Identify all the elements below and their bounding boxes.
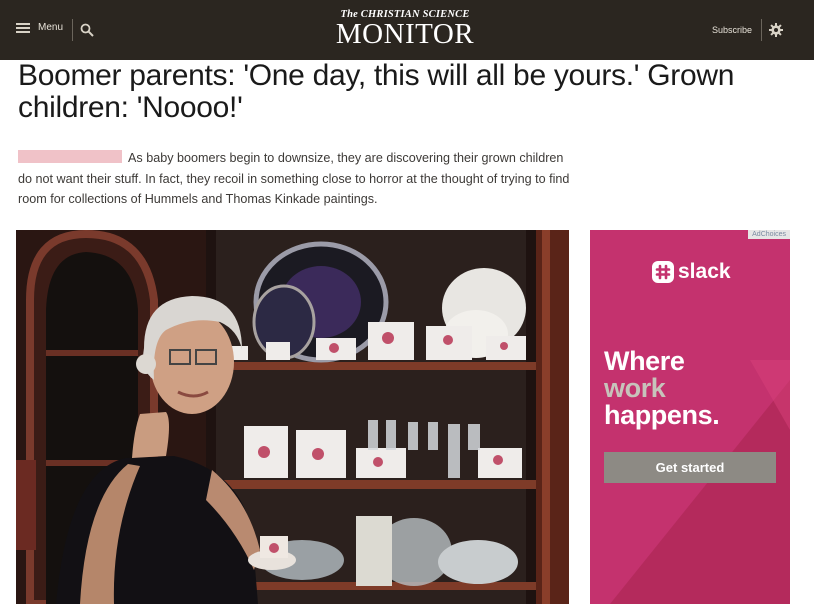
article-headline: Boomer parents: 'One day, this will all … xyxy=(18,59,735,124)
slack-brand-text: slack xyxy=(678,260,731,283)
site-header: Menu The CHRISTIAN SCIENCE MONITOR Subsc… xyxy=(0,0,814,60)
search-icon[interactable] xyxy=(80,23,94,37)
site-logo[interactable]: The CHRISTIAN SCIENCE MONITOR xyxy=(330,9,480,50)
article-photo xyxy=(16,230,569,604)
menu-label: Menu xyxy=(38,22,64,33)
byline-placeholder xyxy=(18,150,122,163)
slack-hash-icon xyxy=(652,261,674,283)
article-summary: As baby boomers begin to downsize, they … xyxy=(18,148,578,210)
ad-headline-line2: work xyxy=(604,373,666,403)
gear-icon[interactable] xyxy=(769,23,783,37)
logo-main-text: MONITOR xyxy=(335,18,475,50)
hamburger-icon xyxy=(16,22,30,33)
header-divider xyxy=(761,19,762,41)
slack-logo: slack xyxy=(652,260,731,284)
header-divider xyxy=(72,19,73,41)
get-started-button[interactable]: Get started xyxy=(604,452,776,483)
adchoices-badge[interactable]: AdChoices xyxy=(748,230,790,239)
ad-headline: Where work happens. xyxy=(604,346,720,430)
ad-headline-line1: Where xyxy=(604,346,685,376)
ad-headline-line3: happens. xyxy=(604,400,720,430)
menu-button[interactable]: Menu xyxy=(16,22,63,33)
subscribe-link[interactable]: Subscribe xyxy=(712,25,752,35)
slack-advertisement[interactable]: AdChoices slack Where work happens. Get … xyxy=(590,230,790,604)
